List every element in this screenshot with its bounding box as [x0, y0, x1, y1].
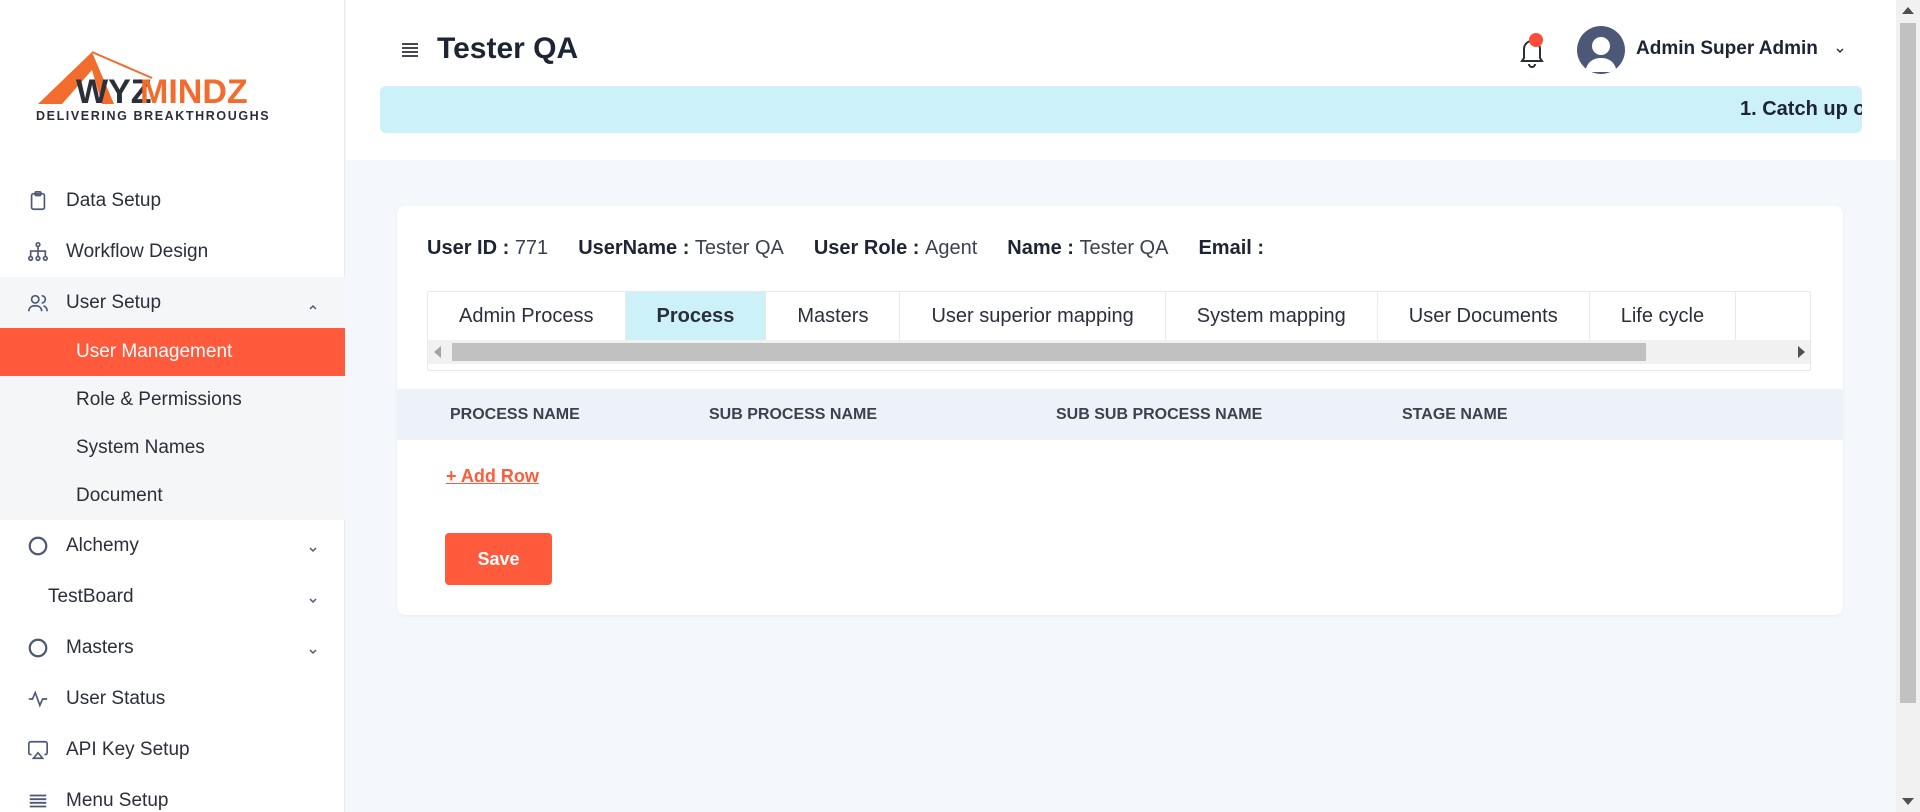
sidebar-item-label: Alchemy — [66, 534, 139, 556]
activity-icon — [26, 687, 50, 711]
sidebar-item-user-management[interactable]: User Management — [0, 328, 345, 376]
chevron-down-icon — [307, 642, 319, 654]
sidebar-item-testboard[interactable]: TestBoard — [0, 571, 345, 622]
sidebar-item-document[interactable]: Document — [0, 472, 345, 520]
tab-life-cycle[interactable]: Life cycle — [1590, 292, 1737, 340]
chevron-down-icon — [307, 591, 319, 603]
tabs-container: Admin Process Process Masters User super… — [427, 291, 1811, 371]
sidebar-item-alchemy[interactable]: Alchemy — [0, 520, 345, 571]
scroll-up-arrow-icon[interactable] — [1902, 7, 1914, 14]
sidebar-item-user-setup[interactable]: User Setup — [0, 277, 345, 328]
tab-admin-process[interactable]: Admin Process — [428, 292, 626, 340]
column-header-process-name: PROCESS NAME — [450, 406, 580, 423]
scroll-down-arrow-icon[interactable] — [1902, 798, 1914, 805]
sidebar-item-masters[interactable]: Masters — [0, 622, 345, 673]
menu-icon — [26, 789, 50, 812]
column-header-stage-name: STAGE NAME — [1402, 406, 1508, 423]
username-value: Tester QA — [694, 237, 784, 259]
scrollbar-thumb[interactable] — [452, 343, 1646, 361]
scroll-left-arrow-icon[interactable] — [434, 346, 441, 358]
process-table-header: PROCESS NAME SUB PROCESS NAME SUB SUB PR… — [397, 389, 1843, 440]
tab-process[interactable]: Process — [625, 292, 767, 340]
chevron-down-icon — [307, 540, 319, 552]
logo-text-secondary: MINDZ — [140, 73, 248, 111]
hamburger-icon[interactable] — [400, 40, 420, 60]
user-setup-submenu: User Management Role & Permissions Syste… — [0, 328, 345, 520]
sidebar-item-user-status[interactable]: User Status — [0, 673, 345, 724]
users-icon — [26, 291, 50, 315]
avatar[interactable] — [1577, 26, 1625, 74]
sidebar-item-label: TestBoard — [48, 585, 134, 607]
tab-strip: Admin Process Process Masters User super… — [428, 292, 1737, 340]
save-button[interactable]: Save — [445, 533, 552, 585]
circle-icon — [26, 534, 50, 558]
name-label: Name : — [1007, 237, 1074, 259]
sidebar-item-menu-setup[interactable]: Menu Setup — [0, 775, 345, 812]
user-menu-name[interactable]: Admin Super Admin — [1636, 38, 1818, 60]
column-header-sub-sub-process-name: SUB SUB PROCESS NAME — [1056, 406, 1263, 423]
sidebar-item-label: User Status — [66, 687, 166, 709]
user-id-label: User ID : — [427, 237, 510, 259]
sidebar-item-workflow-design[interactable]: Workflow Design — [0, 226, 345, 277]
sidebar-item-label: User Setup — [66, 291, 162, 313]
user-info-row: User ID : 771 UserName : Tester QA User … — [427, 237, 1300, 260]
clipboard-icon — [26, 189, 50, 213]
announcement-text: 1. Catch up on t — [1740, 98, 1862, 120]
user-role-value: Agent — [925, 237, 978, 259]
sidebar-item-label: Workflow Design — [66, 240, 209, 262]
email-label: Email : — [1198, 237, 1265, 259]
hierarchy-icon — [26, 240, 50, 264]
chevron-up-icon — [307, 297, 319, 310]
tab-masters[interactable]: Masters — [766, 292, 901, 340]
tab-user-superior-mapping[interactable]: User superior mapping — [900, 292, 1166, 340]
username-label: UserName : — [578, 237, 690, 259]
user-role-label: User Role : — [813, 237, 920, 259]
sidebar-item-data-setup[interactable]: Data Setup — [0, 175, 345, 226]
logo-tagline: DELIVERING BREAKTHROUGHS — [36, 109, 270, 123]
tab-system-mapping[interactable]: System mapping — [1166, 292, 1378, 340]
sidebar-item-api-key-setup[interactable]: API Key Setup — [0, 724, 345, 775]
company-logo[interactable]: WYZ MINDZ DELIVERING BREAKTHROUGHS — [32, 48, 312, 128]
notification-badge — [1529, 33, 1543, 47]
tab-user-documents[interactable]: User Documents — [1378, 292, 1590, 340]
sidebar-item-label: Data Setup — [66, 189, 162, 211]
sidebar-item-label: Menu Setup — [66, 789, 169, 811]
sidebar-nav: Data Setup Workflow Design User Setup Us… — [0, 175, 345, 812]
page-vertical-scrollbar[interactable] — [1896, 0, 1920, 812]
airplay-icon — [26, 738, 50, 762]
announcement-ticker: 1. Catch up on t — [380, 86, 1862, 133]
circle-icon — [26, 636, 50, 660]
user-detail-card: User ID : 771 UserName : Tester QA User … — [397, 206, 1843, 615]
logo-graphic: WYZ MINDZ DELIVERING BREAKTHROUGHS — [36, 51, 270, 123]
sidebar-item-label: Masters — [66, 636, 134, 658]
scrollbar-thumb[interactable] — [1900, 23, 1916, 703]
column-header-sub-process-name: SUB PROCESS NAME — [709, 406, 878, 423]
sidebar-item-label: API Key Setup — [66, 738, 190, 760]
sidebar-item-system-names[interactable]: System Names — [0, 424, 345, 472]
tabs-horizontal-scrollbar[interactable] — [428, 340, 1810, 364]
add-row-link[interactable]: + Add Row — [446, 466, 539, 487]
top-header: Tester QA Admin Super Admin 1. Catch up … — [346, 0, 1896, 160]
sidebar-item-role-permissions[interactable]: Role & Permissions — [0, 376, 345, 424]
page-title: Tester QA — [437, 32, 579, 65]
sidebar: WYZ MINDZ DELIVERING BREAKTHROUGHS Data … — [0, 0, 345, 812]
chevron-down-icon[interactable] — [1834, 44, 1846, 56]
user-id-value: 771 — [514, 237, 549, 259]
name-value: Tester QA — [1079, 237, 1169, 259]
scroll-right-arrow-icon[interactable] — [1798, 346, 1805, 358]
